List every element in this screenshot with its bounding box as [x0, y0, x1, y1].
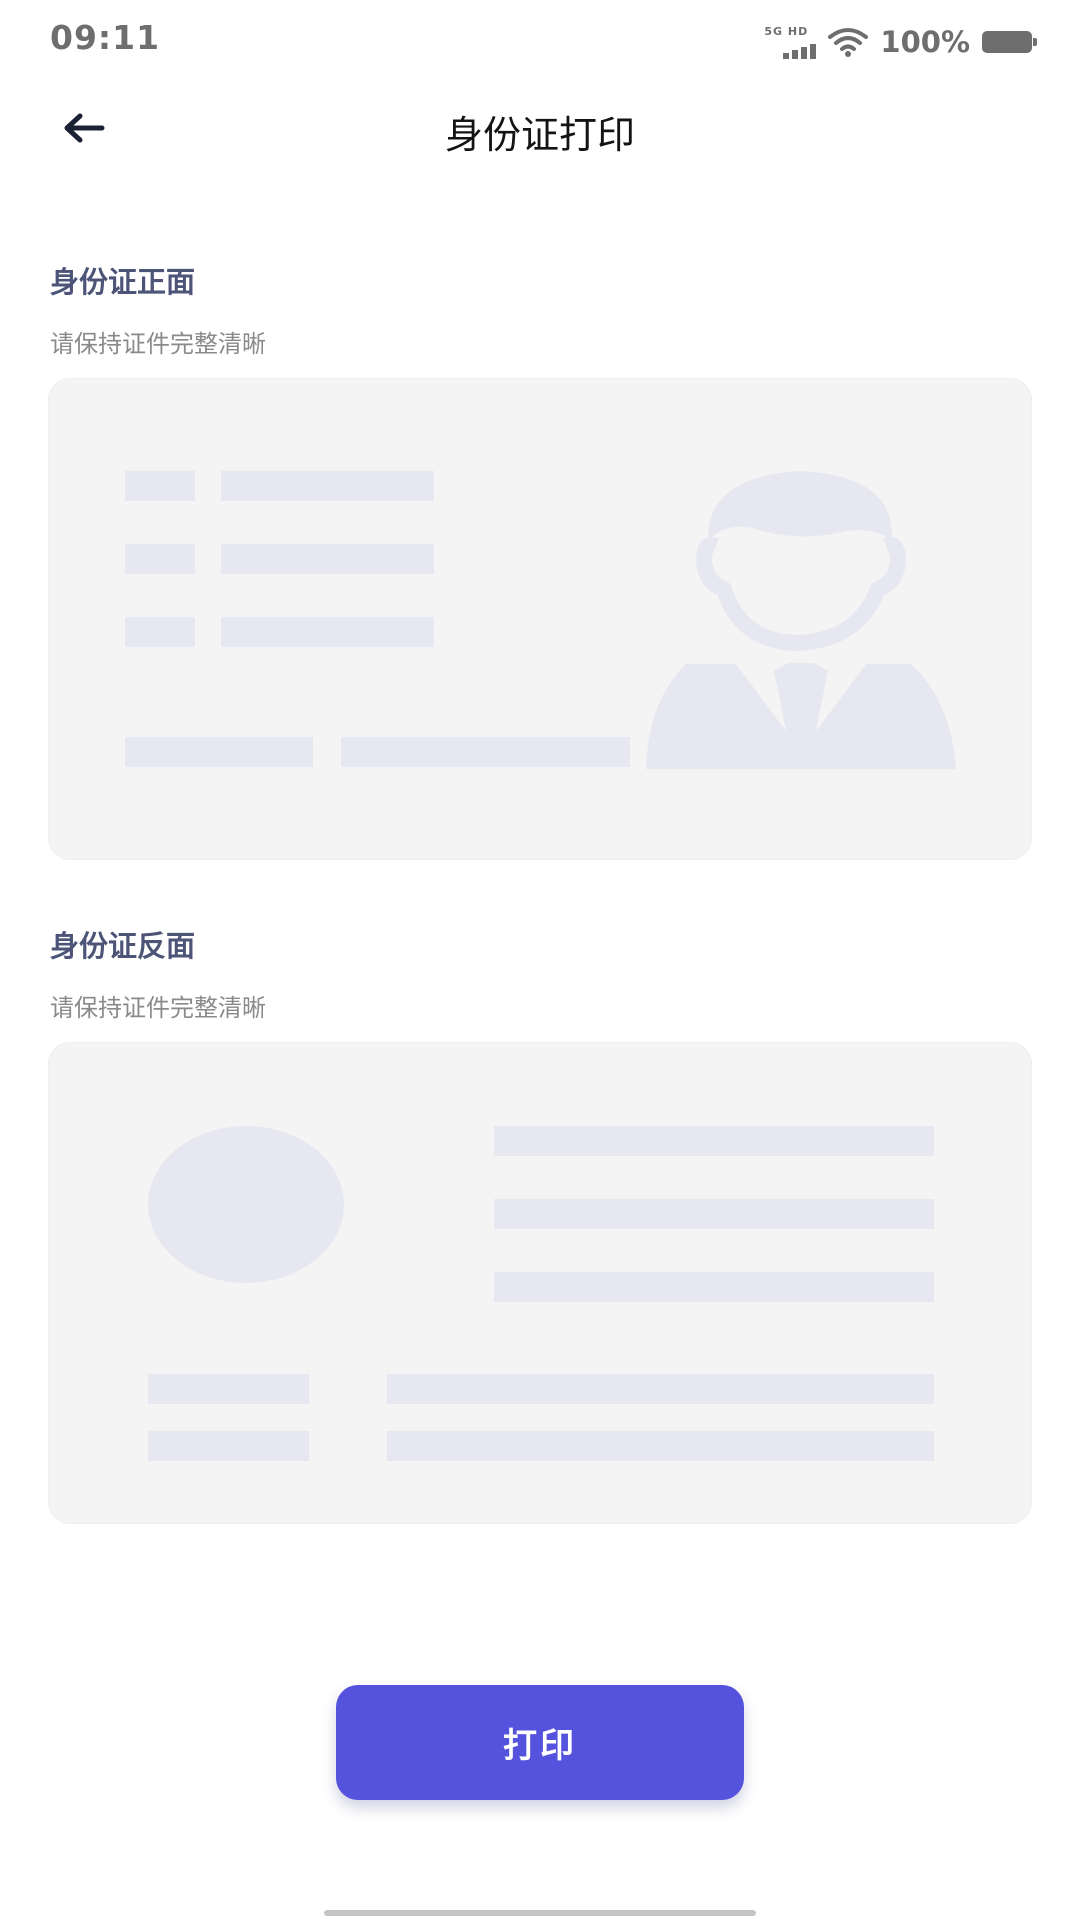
emblem-placeholder	[148, 1126, 344, 1283]
network-label: 5G HD	[764, 25, 809, 38]
placeholder-line	[494, 1199, 934, 1229]
placeholder-value	[221, 544, 434, 574]
back-section-hint: 请保持证件完整清晰	[50, 994, 266, 1022]
placeholder-label	[148, 1431, 309, 1461]
placeholder-value	[341, 737, 630, 767]
status-icons: 5G HD 100%	[764, 22, 1037, 62]
placeholder-label	[125, 544, 195, 574]
placeholder-line	[494, 1272, 934, 1302]
id-card-front-upload[interactable]	[48, 378, 1032, 860]
wifi-icon	[828, 28, 869, 57]
id-card-back-upload[interactable]	[48, 1042, 1032, 1524]
status-time: 09:11	[50, 18, 161, 57]
back-section-title: 身份证反面	[50, 929, 196, 963]
signal-icon: 5G HD	[764, 25, 817, 59]
page-title: 身份证打印	[444, 113, 635, 157]
home-indicator[interactable]	[324, 1910, 756, 1916]
placeholder-label	[125, 617, 195, 647]
placeholder-label	[125, 737, 313, 767]
front-section-hint: 请保持证件完整清晰	[50, 330, 266, 358]
placeholder-value	[221, 471, 434, 501]
status-bar: 09:11 5G HD 100%	[0, 0, 1080, 84]
person-silhouette-icon	[646, 471, 956, 769]
battery-level: 100%	[880, 25, 970, 59]
top-bar: 身份证打印	[0, 84, 1080, 174]
print-button[interactable]: 打印	[336, 1685, 744, 1800]
placeholder-label	[125, 471, 195, 501]
placeholder-value	[387, 1374, 934, 1404]
placeholder-line	[494, 1126, 934, 1156]
placeholder-label	[148, 1374, 309, 1404]
front-section-title: 身份证正面	[50, 265, 196, 299]
placeholder-value	[221, 617, 434, 647]
placeholder-value	[387, 1431, 934, 1461]
battery-icon	[982, 31, 1037, 53]
